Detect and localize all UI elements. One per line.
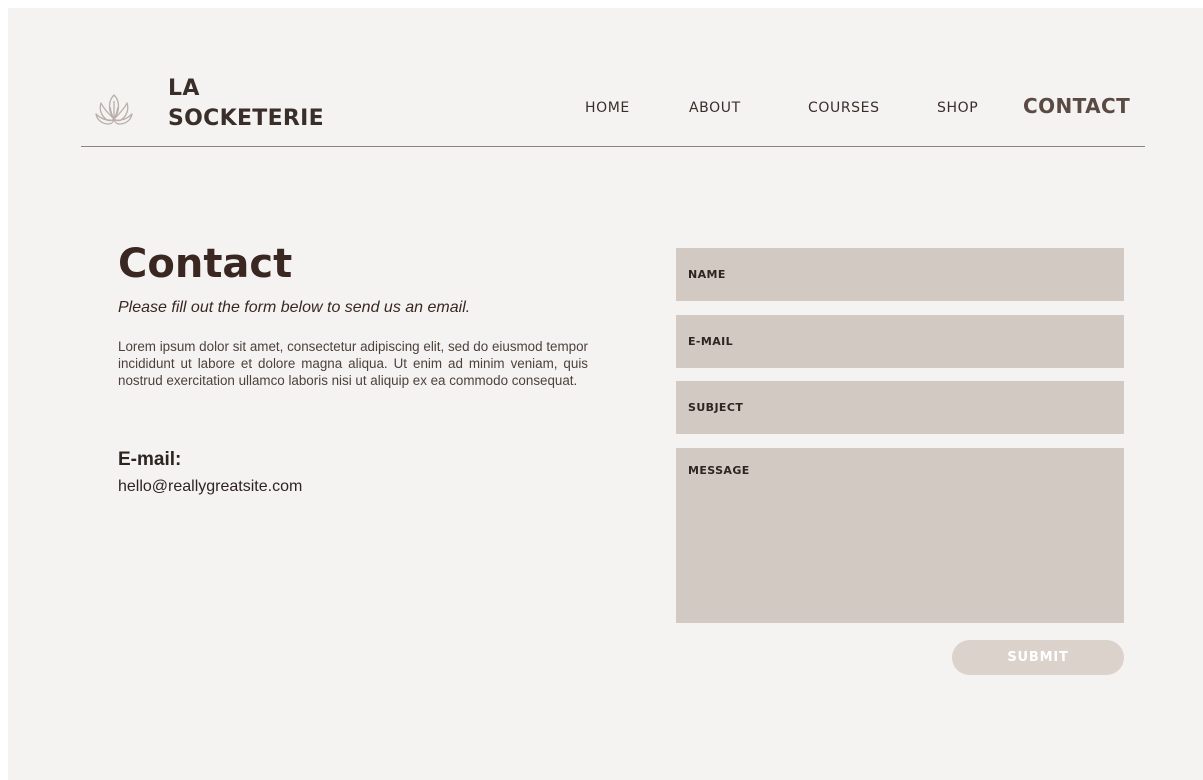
email-field[interactable] [676, 315, 1124, 368]
page: LA SOCKETERIE HOME ABOUT COURSES SHOP CO… [8, 8, 1203, 780]
submit-button[interactable]: SUBMIT [952, 640, 1124, 675]
main-nav: HOME ABOUT COURSES SHOP CONTACT [8, 94, 1203, 120]
name-field[interactable] [676, 248, 1124, 301]
nav-item-courses[interactable]: COURSES [808, 96, 880, 120]
nav-item-shop[interactable]: SHOP [937, 96, 978, 120]
subject-field[interactable] [676, 381, 1124, 434]
email-address[interactable]: hello@reallygreatsite.com [118, 477, 302, 497]
nav-item-about[interactable]: ABOUT [689, 96, 741, 120]
intro-paragraph: Lorem ipsum dolor sit amet, consectetur … [118, 339, 588, 388]
message-field[interactable] [676, 448, 1124, 623]
nav-item-contact[interactable]: CONTACT [1023, 94, 1130, 118]
page-title: Contact [118, 241, 293, 287]
header-divider [81, 146, 1145, 147]
nav-item-home[interactable]: HOME [585, 96, 630, 120]
email-heading: E-mail: [118, 449, 182, 470]
page-subtitle: Please fill out the form below to send u… [118, 299, 471, 316]
